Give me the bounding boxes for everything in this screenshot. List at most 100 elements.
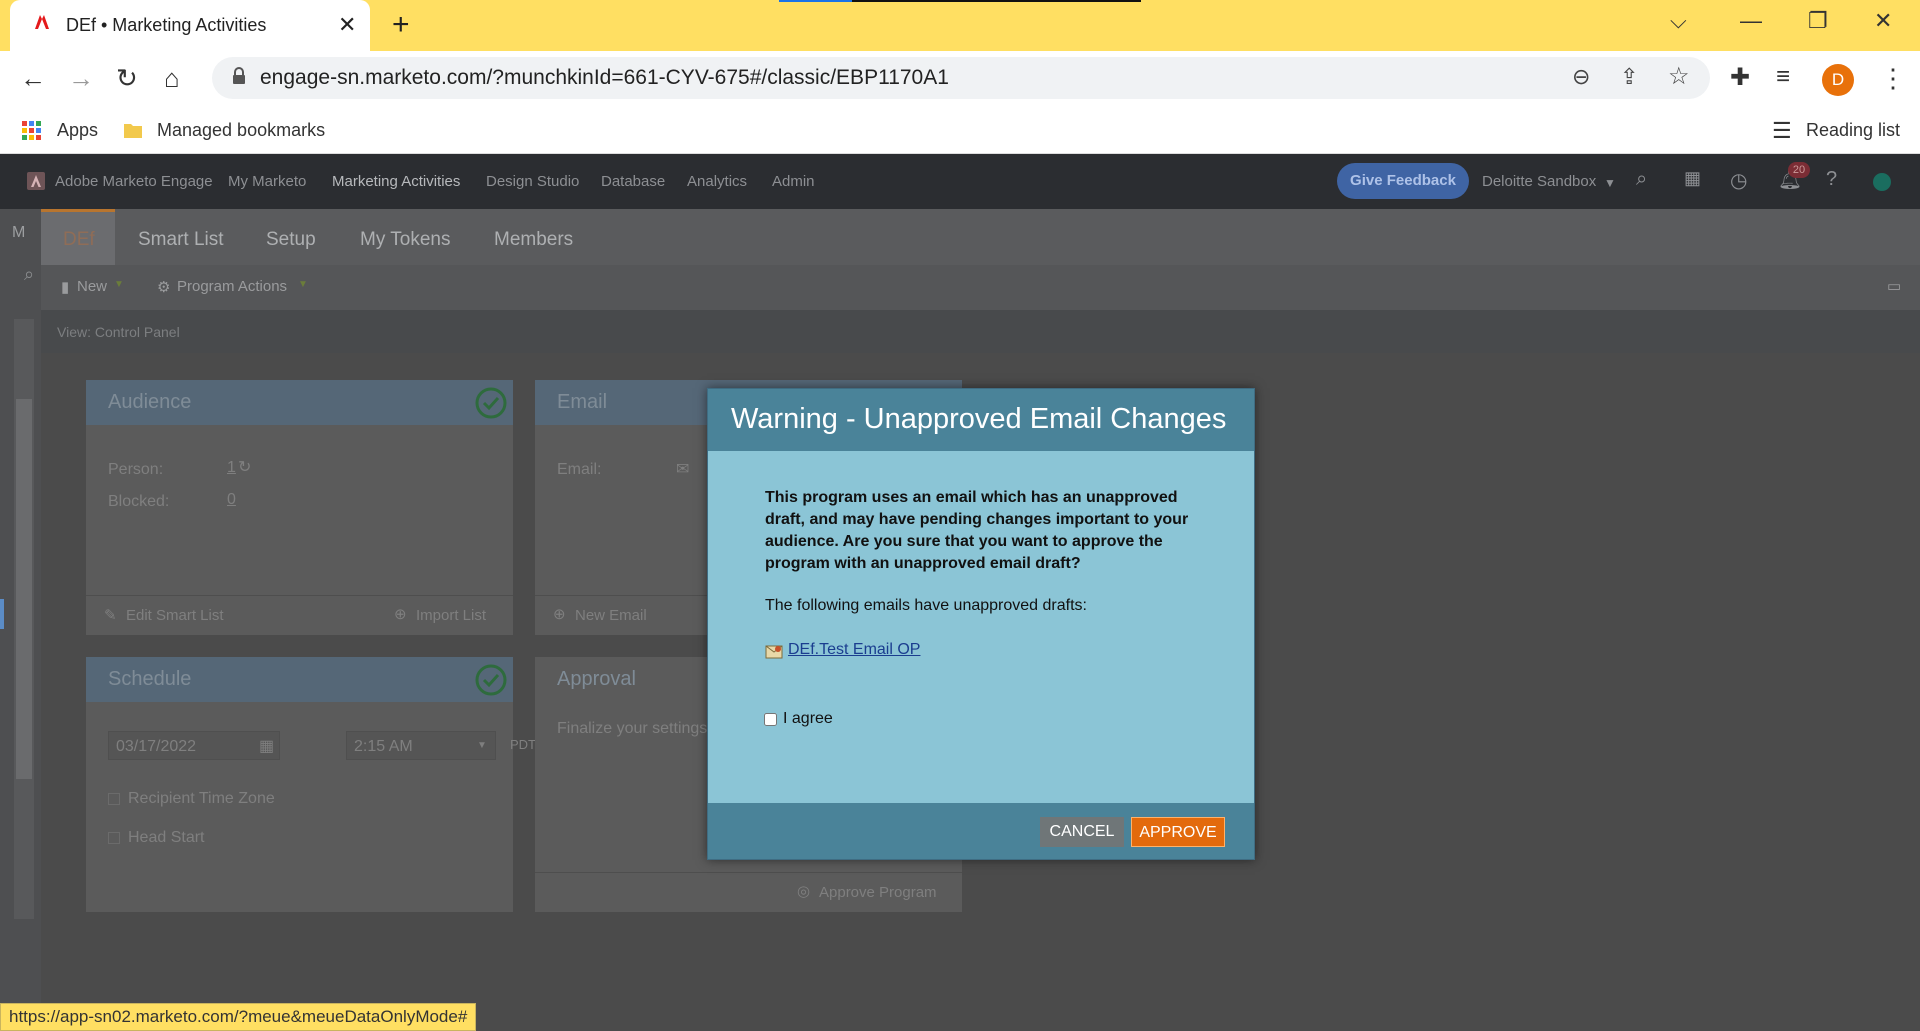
new-menu[interactable]: New <box>77 278 107 295</box>
reading-list[interactable]: Reading list <box>1806 120 1900 141</box>
apps-bookmark[interactable]: Apps <box>57 120 98 141</box>
approve-program-link[interactable]: Approve Program <box>819 884 937 901</box>
share-icon[interactable]: ⇪ <box>1620 64 1638 90</box>
blocked-count-link[interactable]: 0 <box>227 491 236 509</box>
tab-def[interactable]: DEf <box>41 209 115 265</box>
calendar-icon[interactable]: ▦ <box>1684 168 1701 189</box>
extensions-icon[interactable]: ✚ <box>1730 63 1750 92</box>
tab-members[interactable]: Members <box>494 229 573 251</box>
managed-bookmarks[interactable]: Managed bookmarks <box>157 120 325 141</box>
bookmarks-bar: Apps Managed bookmarks ☰ Reading list <box>0 106 1920 154</box>
check-icon <box>475 664 507 696</box>
zoom-icon[interactable]: ⊖ <box>1572 64 1590 90</box>
forward-icon[interactable]: → <box>68 63 94 94</box>
new-tab-icon[interactable]: + <box>392 8 410 42</box>
view-bar: View: Control Panel <box>41 310 1920 353</box>
check-icon <box>475 387 507 419</box>
program-actions-icon: ⚙ <box>157 279 171 296</box>
schedule-title: Schedule <box>108 668 192 690</box>
nav-my-marketo[interactable]: My Marketo <box>228 173 306 190</box>
head-start-checkbox[interactable] <box>108 832 120 844</box>
date-field[interactable]: 03/17/2022 ▦ <box>108 731 280 760</box>
restore-icon[interactable]: ❐ <box>1808 8 1828 34</box>
schedule-header: Schedule <box>86 657 513 702</box>
email-asset-icon <box>765 643 783 659</box>
refresh-icon[interactable]: ↻ <box>238 457 251 477</box>
home-icon[interactable]: ⌂ <box>164 63 180 94</box>
browser-menu-icon[interactable]: ⋮ <box>1880 63 1906 94</box>
dialog-header: Warning - Unapproved Email Changes <box>708 389 1254 451</box>
rail-letter: M <box>12 224 26 241</box>
person-label: Person: <box>108 461 164 478</box>
workspace-selector[interactable]: Deloitte Sandbox <box>1482 173 1596 190</box>
add-circle-icon: ⊕ <box>553 606 566 623</box>
back-icon[interactable]: ← <box>20 63 46 94</box>
close-window-icon[interactable]: ✕ <box>1874 8 1892 34</box>
brand-name[interactable]: Adobe Marketo Engage <box>55 173 213 190</box>
chevron-down-icon: ▼ <box>477 740 487 751</box>
time-select[interactable]: 2:15 AM ▼ <box>346 731 496 760</box>
approval-text: Finalize your settings <box>557 720 708 737</box>
link-status-bar: https://app-sn02.marketo.com/?meue&meueD… <box>0 1003 477 1031</box>
adobe-favicon-icon <box>34 14 50 30</box>
profile-avatar[interactable]: D <box>1822 64 1854 96</box>
nav-admin[interactable]: Admin <box>772 173 815 190</box>
chevron-down-icon[interactable]: ▼ <box>1604 176 1616 190</box>
reload-icon[interactable]: ↻ <box>116 63 138 94</box>
give-feedback-button[interactable]: Give Feedback <box>1337 163 1469 199</box>
calendar-icon[interactable]: ▦ <box>259 736 274 756</box>
approve-button[interactable]: APPROVE <box>1131 817 1225 847</box>
nav-marketing-activities[interactable]: Marketing Activities <box>332 173 460 190</box>
lock-icon[interactable] <box>232 67 246 85</box>
bookmark-star-icon[interactable]: ☆ <box>1668 62 1690 91</box>
new-email-link[interactable]: New Email <box>575 607 647 624</box>
nav-design-studio[interactable]: Design Studio <box>486 173 579 190</box>
program-actions-menu[interactable]: Program Actions <box>177 278 287 295</box>
rail-selection-marker <box>0 599 4 629</box>
cancel-button[interactable]: CANCEL <box>1040 817 1124 847</box>
chevron-down-icon: ▼ <box>114 279 124 290</box>
dialog-title: Warning - Unapproved Email Changes <box>731 403 1227 435</box>
browser-tab[interactable]: DEf • Marketing Activities ✕ <box>10 0 370 51</box>
tab-my-tokens[interactable]: My Tokens <box>360 229 450 251</box>
unapproved-email-link[interactable]: DEf.Test Email OP <box>788 641 920 659</box>
agree-checkbox[interactable] <box>764 713 777 726</box>
person-count-link[interactable]: 1 <box>227 459 236 477</box>
approval-footer: ◎ Approve Program <box>535 872 962 912</box>
loading-indicator <box>779 0 1141 2</box>
nav-analytics[interactable]: Analytics <box>687 173 747 190</box>
import-icon: ⊕ <box>394 606 407 623</box>
rail-scrollbar[interactable] <box>14 319 34 919</box>
apps-grid-icon[interactable] <box>22 121 42 141</box>
search-icon[interactable]: ⌕ <box>1636 168 1647 191</box>
tab-setup[interactable]: Setup <box>266 229 316 251</box>
program-tabs: DEf Smart List Setup My Tokens Members <box>41 209 1920 265</box>
import-list-link[interactable]: Import List <box>416 607 486 624</box>
edit-smart-list-link[interactable]: Edit Smart List <box>126 607 224 624</box>
email-title: Email <box>557 391 608 413</box>
nav-database[interactable]: Database <box>601 173 665 190</box>
head-start-label: Head Start <box>128 829 205 846</box>
minimize-icon[interactable]: — <box>1740 8 1762 34</box>
notification-badge: 20 <box>1788 162 1810 178</box>
adobe-logo-icon <box>27 172 45 190</box>
check-circle-icon: ◎ <box>797 883 811 900</box>
rail-search-icon[interactable]: ⌕ <box>24 264 34 285</box>
media-control-icon[interactable]: ≡ <box>1776 63 1790 91</box>
collapse-icon[interactable]: ▭ <box>1887 277 1901 295</box>
view-selector[interactable]: View: Control Panel <box>57 324 180 340</box>
recipient-tz-checkbox[interactable] <box>108 793 120 805</box>
unapproved-email-dialog: Warning - Unapproved Email Changes This … <box>707 388 1255 860</box>
tab-search-icon[interactable]: ⌵ <box>1670 8 1687 34</box>
agree-label: I agree <box>783 710 833 727</box>
action-bar: ▮ New ▼ ⚙ Program Actions ▼ ▭ <box>41 265 1920 310</box>
dialog-subtext: The following emails have unapproved dra… <box>765 597 1087 614</box>
schedule-panel: Schedule 03/17/2022 ▦ 2:15 AM ▼ PDT Reci… <box>86 657 536 912</box>
history-icon[interactable]: ◷ <box>1730 168 1747 193</box>
help-icon[interactable]: ? <box>1826 168 1837 191</box>
tab-close-icon[interactable]: ✕ <box>338 12 356 38</box>
tab-smart-list[interactable]: Smart List <box>138 229 224 251</box>
address-bar[interactable]: engage-sn.marketo.com/?munchkinId=661-CY… <box>212 57 1710 99</box>
left-tree-rail: M ⌕ <box>0 209 41 1031</box>
reading-list-icon[interactable]: ☰ <box>1772 118 1792 144</box>
